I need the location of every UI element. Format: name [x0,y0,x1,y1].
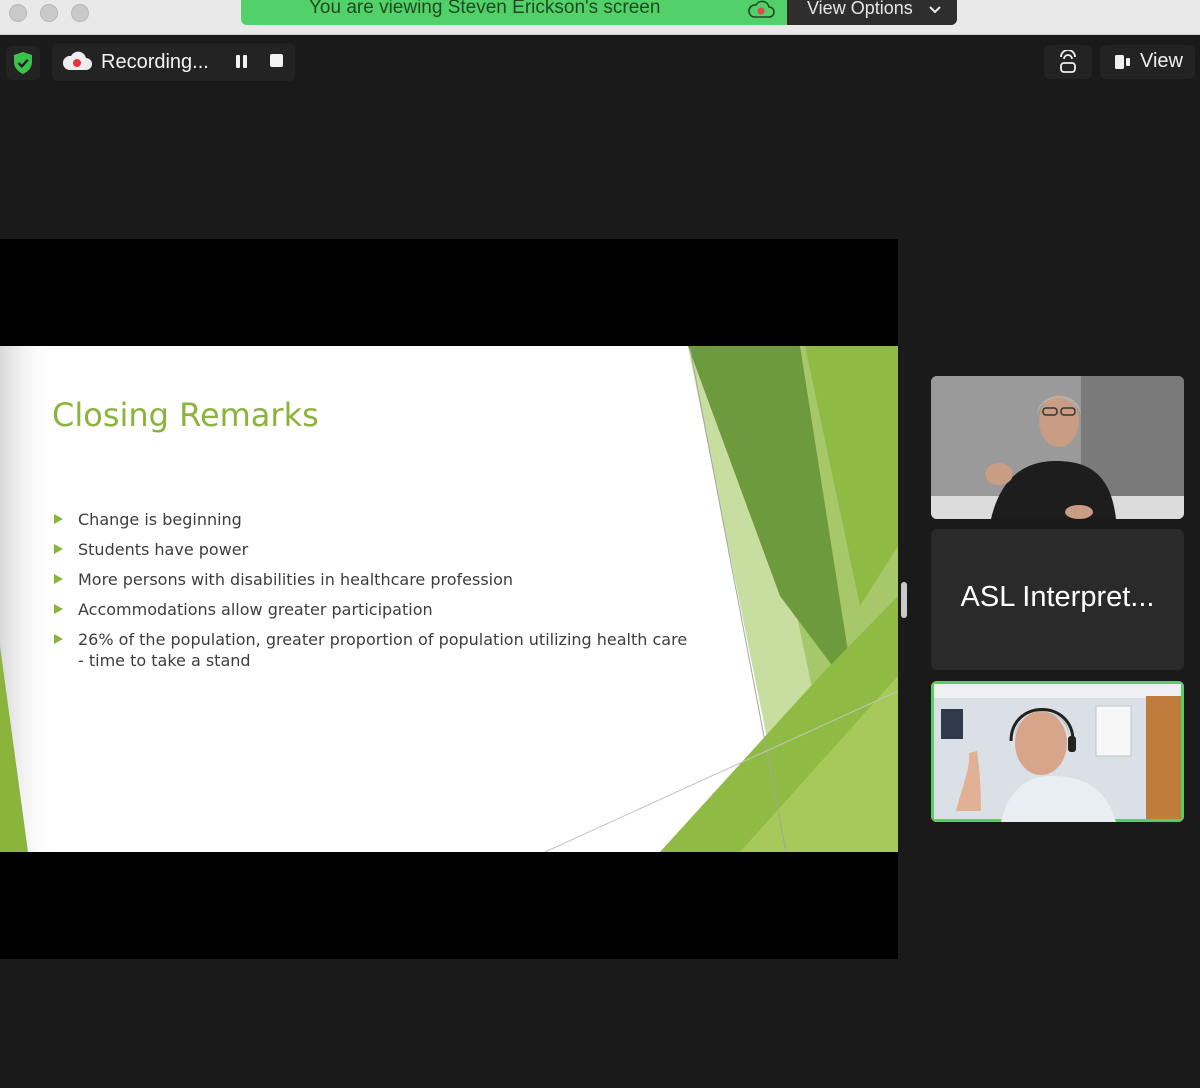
view-options-button[interactable]: View Options [787,0,957,25]
chevron-down-icon [928,1,942,22]
participant-name: ASL Interpret... [960,581,1155,613]
focus-mode-icon [1058,49,1078,79]
slide-bullet: Change is beginning [52,509,692,530]
bullet-text: Students have power [78,540,249,559]
recording-indicator: Recording... [52,43,295,81]
participant-video-feed [931,376,1184,519]
slide-bullet: Students have power [52,539,692,560]
bullet-text: More persons with disabilities in health… [78,570,514,589]
stop-recording-button[interactable] [270,54,283,67]
focus-mode-button[interactable] [1044,45,1092,79]
window-titlebar: You are viewing Steven Erickson's screen… [0,0,1200,35]
pause-recording-button[interactable] [233,53,251,71]
bullet-text: Accommodations allow greater participati… [78,600,433,619]
view-layout-button[interactable]: View [1100,45,1195,79]
security-shield-button[interactable] [6,46,40,80]
bullet-text: 26% of the population, greater proportio… [78,630,688,670]
participant-name-tile[interactable]: ASL Interpret... [931,529,1184,670]
bullet-arrow-icon [54,514,63,524]
bullet-arrow-icon [54,634,63,644]
active-speaker-video-tile[interactable] [931,681,1184,822]
screen-share-banner: You are viewing Steven Erickson's screen… [241,0,957,25]
view-options-label: View Options [807,0,913,18]
slide-bullet: More persons with disabilities in health… [52,569,692,590]
share-banner-text: You are viewing Steven Erickson's screen [309,0,661,18]
view-layout-icon [1114,53,1132,77]
bullet-arrow-icon [54,604,63,614]
participant-video-tile[interactable] [931,376,1184,519]
bullet-text: Change is beginning [78,510,242,529]
view-label: View [1140,50,1183,72]
participant-video-feed [934,684,1181,822]
shield-check-icon [12,51,34,80]
slide-bullet: Accommodations allow greater participati… [52,599,692,620]
slide-title: Closing Remarks [52,396,319,434]
minimize-window-button[interactable] [40,4,58,22]
recording-label: Recording... [101,51,209,73]
close-window-button[interactable] [9,4,27,22]
slide-bullet-list: Change is beginning Students have power … [52,509,692,680]
slide-bullet: 26% of the population, greater proportio… [52,629,692,671]
shared-screen[interactable]: Closing Remarks Change is beginning Stud… [0,239,898,959]
presentation-slide: Closing Remarks Change is beginning Stud… [0,346,898,852]
cloud-recording-icon [746,0,776,25]
zoom-window-button[interactable] [71,4,89,22]
gallery-resize-handle[interactable] [901,582,907,618]
cloud-recording-icon [61,51,93,78]
bullet-arrow-icon [54,574,63,584]
bullet-arrow-icon [54,544,63,554]
